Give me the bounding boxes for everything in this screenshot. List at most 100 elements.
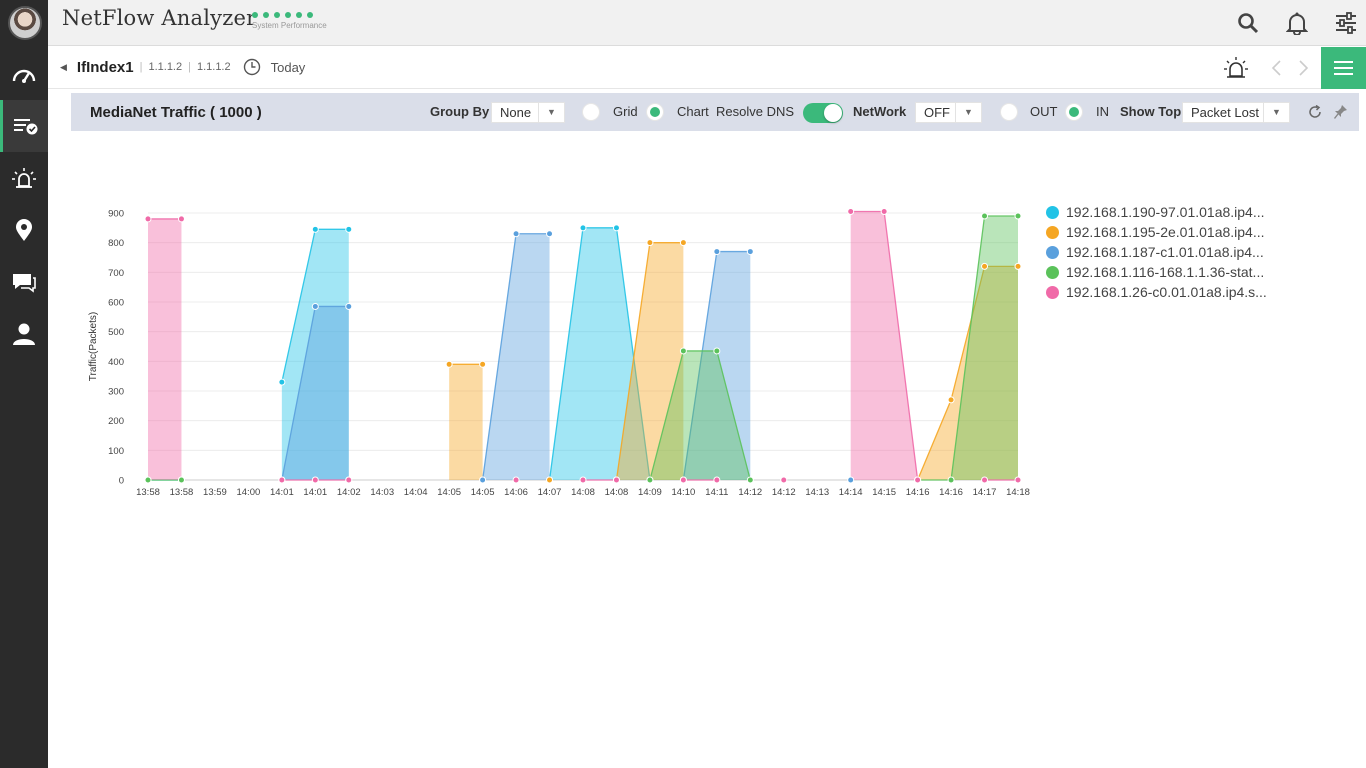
chevron-down-icon: ▼ xyxy=(1263,103,1289,122)
x-tick-label: 14:16 xyxy=(906,487,930,498)
search-icon[interactable] xyxy=(1235,10,1261,36)
series-area-4 xyxy=(850,211,918,480)
menu-icon[interactable] xyxy=(1321,47,1366,89)
data-point-series-4 xyxy=(612,476,620,484)
data-point-series-1 xyxy=(679,239,687,247)
data-point-series-4 xyxy=(880,208,888,216)
chevron-down-icon: ▼ xyxy=(955,103,981,122)
x-tick-label: 14:08 xyxy=(571,487,595,498)
dashboard-icon[interactable] xyxy=(0,48,48,100)
out-radio[interactable] xyxy=(1000,103,1018,121)
y-tick-label: 600 xyxy=(108,298,124,309)
data-point-series-3 xyxy=(144,476,152,484)
chart-legend: 192.168.1.190-97.01.01a8.ip4... 192.168.1… xyxy=(1046,202,1267,302)
x-tick-label: 13:58 xyxy=(170,487,194,498)
location-icon[interactable] xyxy=(0,204,48,256)
x-tick-label: 14:12 xyxy=(738,487,762,498)
data-point-series-1 xyxy=(1014,262,1022,270)
system-performance-label: System Performance xyxy=(252,21,327,30)
avatar[interactable] xyxy=(8,6,42,40)
chart-radio[interactable] xyxy=(646,103,664,121)
grid-radio[interactable] xyxy=(582,103,600,121)
legend-swatch xyxy=(1046,225,1059,239)
notification-bell-icon[interactable] xyxy=(1284,10,1310,36)
interface-name[interactable]: IfIndex1 xyxy=(77,59,134,76)
data-point-series-4 xyxy=(512,476,520,484)
settings-sliders-icon[interactable] xyxy=(1333,10,1359,36)
user-icon[interactable] xyxy=(0,308,48,360)
data-point-series-4 xyxy=(144,215,152,223)
x-tick-label: 14:16 xyxy=(939,487,963,498)
x-tick-label: 14:08 xyxy=(605,487,629,498)
chat-icon[interactable] xyxy=(0,256,48,308)
data-point-series-2 xyxy=(847,476,855,484)
data-point-series-1 xyxy=(947,396,955,404)
data-point-series-3 xyxy=(947,476,955,484)
x-tick-label: 13:58 xyxy=(136,487,160,498)
x-tick-label: 14:17 xyxy=(973,487,997,498)
widget-title: MediaNet Traffic ( 1000 ) xyxy=(90,104,262,121)
x-tick-label: 14:15 xyxy=(872,487,896,498)
data-point-series-4 xyxy=(679,476,687,484)
x-tick-label: 14:12 xyxy=(772,487,796,498)
data-point-series-4 xyxy=(847,208,855,216)
pin-icon[interactable] xyxy=(1333,104,1348,123)
reports-icon[interactable] xyxy=(0,100,48,152)
y-tick-label: 0 xyxy=(119,476,124,487)
data-point-series-2 xyxy=(479,476,487,484)
show-top-value: Packet Lost xyxy=(1191,105,1259,120)
alarms-icon[interactable] xyxy=(0,152,48,204)
chart-label: Chart xyxy=(677,104,709,119)
legend-item[interactable]: 192.168.1.26-c0.01.01a8.ip4.s... xyxy=(1046,282,1267,302)
alarm-icon[interactable] xyxy=(1223,56,1249,85)
y-tick-label: 500 xyxy=(108,327,124,338)
resolve-dns-toggle[interactable] xyxy=(803,103,843,123)
app-title: NetFlow Analyzer xyxy=(62,6,257,30)
data-point-series-2 xyxy=(311,302,319,310)
data-point-series-2 xyxy=(512,230,520,238)
traffic-area-chart: 0 100 200 300 400 500 600 700 800 900 13:58 13:58 13… xyxy=(88,208,1030,498)
period-selector[interactable]: Today xyxy=(271,60,306,75)
data-point-series-3 xyxy=(177,476,185,484)
refresh-icon[interactable] xyxy=(1308,104,1322,122)
y-tick-label: 200 xyxy=(108,416,124,427)
show-top-select[interactable]: Packet Lost ▼ xyxy=(1182,102,1290,123)
x-tick-label: 14:01 xyxy=(303,487,327,498)
legend-item[interactable]: 192.168.1.190-97.01.01a8.ip4... xyxy=(1046,202,1267,222)
data-point-series-2 xyxy=(546,230,554,238)
legend-label: 192.168.1.116-168.1.1.36-stat... xyxy=(1066,264,1265,280)
legend-item[interactable]: 192.168.1.195-2e.01.01a8.ip4... xyxy=(1046,222,1267,242)
data-point-series-1 xyxy=(546,476,554,484)
back-arrow-icon[interactable]: ◀ xyxy=(60,62,67,73)
data-point-series-1 xyxy=(479,360,487,368)
in-radio[interactable] xyxy=(1065,103,1083,121)
legend-label: 192.168.1.26-c0.01.01a8.ip4.s... xyxy=(1066,284,1267,300)
previous-arrow-icon[interactable] xyxy=(1270,59,1282,82)
system-performance-indicator[interactable]: System Performance xyxy=(252,12,327,30)
x-tick-label: 14:02 xyxy=(337,487,361,498)
x-tick-label: 14:00 xyxy=(236,487,260,498)
sub-header: ◀ IfIndex1 | 1.1.1.2 | 1.1.1.2 Today xyxy=(48,47,1366,89)
interface-ip-2: 1.1.1.2 xyxy=(196,61,231,73)
data-point-series-3 xyxy=(646,476,654,484)
data-point-series-4 xyxy=(1014,476,1022,484)
show-top-label: Show Top xyxy=(1120,104,1182,119)
x-tick-label: 14:09 xyxy=(638,487,662,498)
data-point-series-4 xyxy=(311,476,319,484)
legend-swatch xyxy=(1046,205,1059,219)
next-arrow-icon[interactable] xyxy=(1298,59,1310,82)
group-by-select[interactable]: None ▼ xyxy=(491,102,565,123)
legend-swatch xyxy=(1046,285,1059,299)
data-point-series-4 xyxy=(278,476,286,484)
data-point-series-4 xyxy=(345,476,353,484)
data-point-series-4 xyxy=(780,476,788,484)
breadcrumb: ◀ IfIndex1 | 1.1.1.2 | 1.1.1.2 Today xyxy=(60,58,306,76)
data-point-series-1 xyxy=(981,262,989,270)
x-tick-label: 14:05 xyxy=(437,487,461,498)
legend-item[interactable]: 192.168.1.116-168.1.1.36-stat... xyxy=(1046,262,1267,282)
x-tick-label: 14:13 xyxy=(805,487,829,498)
series-area-4 xyxy=(148,218,182,480)
legend-item[interactable]: 192.168.1.187-c1.01.01a8.ip4... xyxy=(1046,242,1267,262)
group-by-value: None xyxy=(500,105,532,120)
network-select[interactable]: OFF ▼ xyxy=(915,102,982,123)
